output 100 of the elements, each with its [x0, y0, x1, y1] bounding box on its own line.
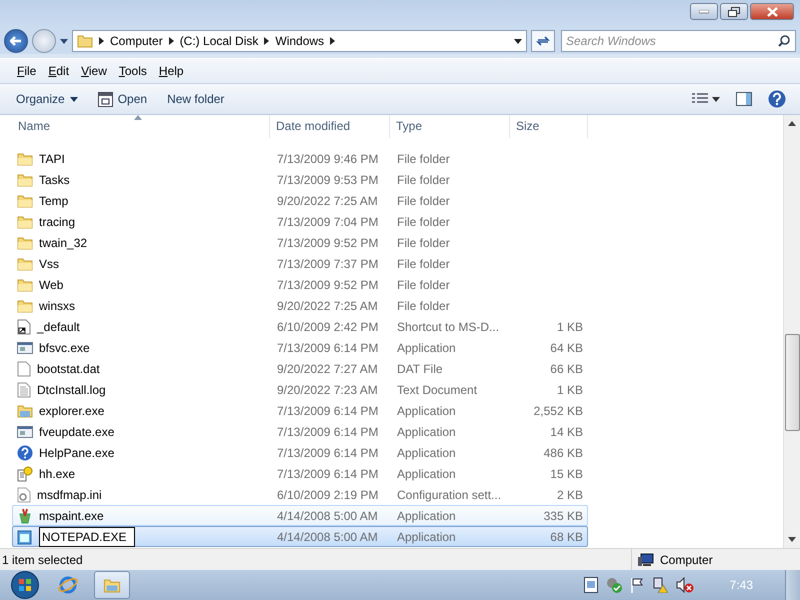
folder-icon [17, 256, 33, 270]
hovered-file-row[interactable]: mspaint.exe 4/14/2008 5:00 AM Application 335 KB [12, 505, 588, 526]
file-row[interactable]: fveupdate.exe 7/13/2009 6:14 PM Application 14 KB [12, 421, 588, 442]
column-header[interactable]: Type [390, 115, 510, 138]
file-row[interactable]: winsxs 9/20/2022 7:25 AM File folder [12, 295, 588, 316]
file-size: 486 KB [542, 446, 584, 460]
scroll-down-icon[interactable] [788, 537, 796, 542]
menu-item[interactable]: Edit [43, 62, 74, 80]
file-name: Temp [39, 194, 68, 208]
restore-button[interactable] [720, 3, 748, 20]
file-name: msdfmap.ini [37, 488, 102, 502]
chevron-icon[interactable] [168, 37, 174, 45]
column-header[interactable]: Date modified [270, 115, 390, 138]
search-field[interactable]: Search Windows [561, 30, 796, 52]
file-size: 1 KB [556, 320, 584, 334]
chevron-icon[interactable] [330, 37, 336, 45]
folder-icon [17, 194, 33, 208]
application-icon [17, 340, 33, 354]
file-row[interactable]: TAPI 7/13/2009 9:46 PM File folder [12, 148, 588, 169]
back-button[interactable] [4, 29, 28, 53]
caret-icon[interactable] [60, 38, 68, 44]
file-name: hh.exe [39, 466, 76, 480]
file-row[interactable]: msdfmap.ini 6/10/2009 2:19 PM Configuration sett... 2 KB [12, 484, 588, 505]
organize-button[interactable]: Organize [10, 89, 84, 109]
date-modified: 7/13/2009 6:14 PM [276, 340, 380, 354]
folder-icon [77, 34, 93, 48]
address-bar[interactable]: Computer (C:) Local Disk Windows [72, 30, 527, 52]
file-row[interactable]: Temp 9/20/2022 7:25 AM File folder [12, 190, 588, 211]
file-size: 66 KB [549, 362, 584, 376]
date-modified: 7/13/2009 6:14 PM [276, 424, 380, 438]
menu-item[interactable]: View [76, 62, 112, 80]
document-icon [17, 360, 31, 376]
file-type: DAT File [396, 362, 444, 376]
menu-item[interactable]: File [12, 62, 42, 80]
file-name: HelpPane.exe [39, 446, 114, 460]
status-text: 1 item selected [1, 552, 84, 566]
shortcut-icon [17, 318, 31, 334]
date-modified: 7/13/2009 6:14 PM [276, 466, 380, 480]
date-modified: 7/13/2009 6:14 PM [276, 404, 380, 418]
file-row[interactable]: Web 7/13/2009 9:52 PM File folder [12, 274, 588, 295]
column-header[interactable]: Size [510, 115, 588, 138]
settings-file-icon [17, 486, 31, 502]
sort-arrow-icon [134, 115, 142, 120]
file-name: DtcInstall.log [37, 382, 106, 396]
file-row[interactable]: hh.exe 7/13/2009 6:14 PM Application 15 KB [12, 463, 588, 484]
date-modified: 9/20/2022 7:27 AM [276, 362, 379, 376]
file-row[interactable]: tracing 7/13/2009 7:04 PM File folder [12, 211, 588, 232]
scroll-up-icon[interactable] [788, 121, 796, 126]
menu-item[interactable]: Tools [114, 62, 152, 80]
file-size: 14 KB [549, 424, 584, 438]
file-row[interactable]: Vss 7/13/2009 7:37 PM File folder [12, 253, 588, 274]
breadcrumb-item[interactable]: Computer [110, 34, 163, 48]
date-modified: 7/13/2009 9:53 PM [276, 172, 380, 186]
refresh-button[interactable] [531, 30, 555, 52]
view-list-icon [692, 93, 708, 105]
file-row[interactable]: bootstat.dat 9/20/2022 7:27 AM DAT File 66 KB [12, 358, 588, 379]
file-type: File folder [396, 214, 451, 228]
file-row[interactable]: DtcInstall.log 9/20/2022 7:23 AM Text Document 1 KB [12, 379, 588, 400]
breadcrumb-item[interactable]: Windows [275, 34, 324, 48]
close-button[interactable] [750, 3, 794, 20]
help-document-icon [17, 466, 33, 482]
explorer-taskbar-button[interactable] [94, 571, 130, 599]
open-button[interactable]: Open [92, 88, 154, 110]
rename-field[interactable]: NOTEPAD.EXE [39, 527, 135, 547]
date-modified: 9/20/2022 7:23 AM [276, 382, 379, 396]
file-row[interactable]: explorer.exe 7/13/2009 6:14 PM Application 2,552 KB [12, 400, 588, 421]
file-type: File folder [396, 236, 451, 250]
file-row[interactable]: HelpPane.exe 7/13/2009 6:14 PM Application 486 KB [12, 442, 588, 463]
file-row[interactable]: Tasks 7/13/2009 9:53 PM File folder [12, 169, 588, 190]
flag-icon[interactable] [630, 577, 644, 593]
file-type: Application [396, 340, 457, 354]
file-row[interactable]: bfsvc.exe 7/13/2009 6:14 PM Application 64 KB [12, 337, 588, 358]
file-size: 1 KB [556, 382, 584, 396]
text-document-icon [17, 382, 31, 398]
document-icon[interactable] [584, 577, 598, 593]
file-type: Text Document [396, 382, 478, 396]
chevron-icon[interactable] [99, 37, 104, 45]
breadcrumb-item[interactable]: (C:) Local Disk [180, 34, 258, 48]
folder-icon [17, 278, 33, 292]
new-folder-button[interactable]: New folder [161, 89, 230, 109]
file-row[interactable]: twain_32 7/13/2009 9:52 PM File folder [12, 232, 588, 253]
scrollbar-thumb[interactable] [784, 334, 800, 431]
file-size: 64 KB [549, 340, 584, 354]
file-type: File folder [396, 152, 451, 166]
chevron-icon[interactable] [264, 37, 270, 45]
file-size: 2 KB [556, 488, 584, 502]
file-type: Configuration sett... [396, 488, 502, 502]
speaker-muted-icon[interactable] [676, 577, 694, 593]
file-name: Tasks [39, 172, 70, 186]
selected-file-row[interactable]: NOTEPAD.EXE 4/14/2008 5:00 AM Application 68 KB [12, 526, 588, 547]
caret-icon[interactable] [514, 38, 522, 44]
minimize-button[interactable] [690, 3, 718, 20]
file-row[interactable]: _default 6/10/2009 2:42 PM Shortcut to MS-D... 1 KB [12, 316, 588, 337]
menu-item[interactable]: Help [154, 62, 189, 80]
restore-icon [728, 6, 740, 16]
start-button[interactable] [8, 571, 42, 599]
folder-icon [17, 214, 33, 228]
date-modified: 9/20/2022 7:25 AM [276, 298, 379, 312]
left-arrow-icon [10, 36, 22, 46]
date-modified: 7/13/2009 7:04 PM [276, 214, 380, 228]
